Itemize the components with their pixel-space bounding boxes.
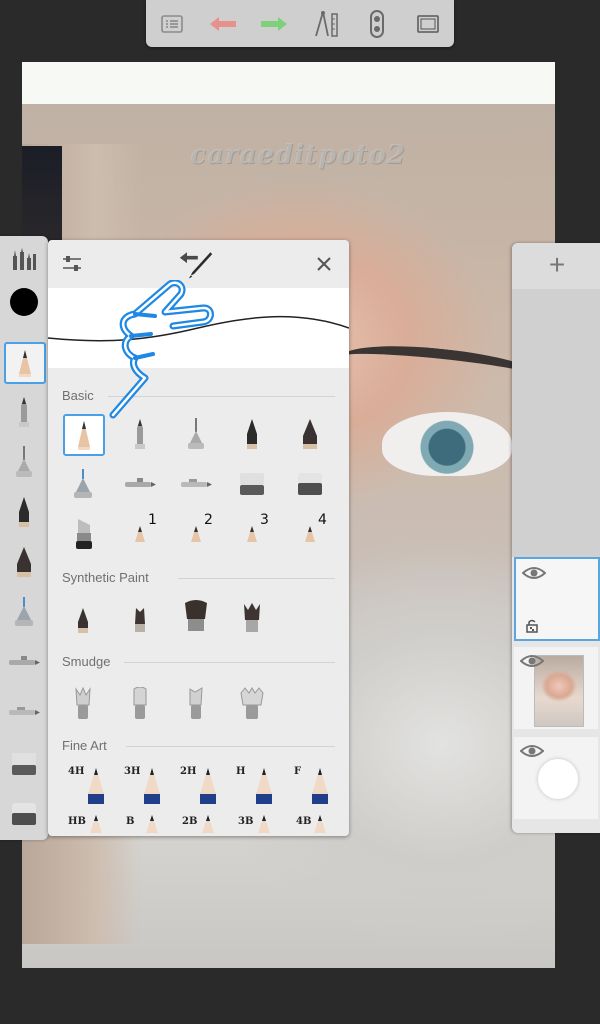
tool-airbrush-horizontal[interactable] xyxy=(4,642,44,682)
tool-eraser[interactable] xyxy=(4,744,44,784)
tool-brush-wide[interactable] xyxy=(4,542,44,582)
fine-art-pencil-4h[interactable] xyxy=(76,766,116,806)
brush-airbrush-horizontal[interactable] xyxy=(120,464,160,504)
tool-marker[interactable] xyxy=(4,392,44,432)
brush-blender[interactable] xyxy=(63,514,103,554)
fine-art-pencil-2b[interactable] xyxy=(188,812,228,836)
layer-item-photo[interactable] xyxy=(514,647,598,729)
tool-brush-dark[interactable] xyxy=(4,492,44,532)
fullscreen-icon[interactable] xyxy=(410,6,446,42)
brush-number-2: 2 xyxy=(204,512,213,528)
top-toolbar xyxy=(146,0,454,47)
tool-eraser-soft[interactable] xyxy=(4,794,44,834)
synthetic-brush-round[interactable] xyxy=(63,600,103,640)
ruler-icon[interactable] xyxy=(308,6,344,42)
fine-art-pencil-hb[interactable] xyxy=(76,812,116,836)
smudge-brush-1[interactable] xyxy=(63,684,103,724)
section-title-fine-art: Fine Art xyxy=(62,738,107,753)
fine-art-pencil-b[interactable] xyxy=(132,812,172,836)
section-title-synthetic-paint: Synthetic Paint xyxy=(62,570,149,585)
watermark-text: caraeditpoto2 xyxy=(190,140,406,170)
brush-number-3: 3 xyxy=(260,512,269,528)
fine-art-pencil-3h[interactable] xyxy=(132,766,172,806)
undo-icon[interactable] xyxy=(205,6,241,42)
smudge-brush-2[interactable] xyxy=(120,684,160,724)
pointing-hand-icon xyxy=(105,279,215,425)
tool-airbrush-2[interactable] xyxy=(4,692,44,732)
synthetic-brush-wide[interactable] xyxy=(176,596,216,636)
sliders-icon[interactable] xyxy=(54,246,90,282)
tool-airbrush[interactable] xyxy=(4,592,44,632)
fine-art-pencil-4b[interactable] xyxy=(300,812,340,836)
left-toolbar xyxy=(0,236,48,840)
canvas-top-strip xyxy=(22,62,555,104)
eye-icon[interactable] xyxy=(522,565,546,581)
brush-ink[interactable] xyxy=(232,414,272,454)
eye xyxy=(382,412,512,476)
tool-pencil[interactable] xyxy=(4,342,46,384)
tool-pen[interactable] xyxy=(4,442,44,482)
section-title-smudge: Smudge xyxy=(62,654,111,669)
brush-library-icon[interactable] xyxy=(4,240,44,280)
brush-properties-icon[interactable] xyxy=(178,246,214,282)
color-circle xyxy=(10,288,38,316)
color-swatch[interactable] xyxy=(4,282,44,322)
layer-item-background[interactable] xyxy=(514,737,598,819)
synthetic-brush-flat[interactable] xyxy=(120,600,160,640)
layers-header: + xyxy=(512,243,600,289)
fine-art-pencil-h[interactable] xyxy=(244,766,284,806)
lock-icon[interactable] xyxy=(526,619,538,633)
redo-icon[interactable] xyxy=(256,6,292,42)
layer-item-top[interactable] xyxy=(514,557,600,641)
brush-airbrush[interactable] xyxy=(63,464,103,504)
brush-eraser[interactable] xyxy=(232,464,272,504)
synthetic-brush-fan[interactable] xyxy=(232,598,272,638)
list-icon[interactable] xyxy=(154,6,190,42)
section-title-basic: Basic xyxy=(62,388,94,403)
add-layer-button[interactable]: + xyxy=(542,249,572,281)
brush-pencil[interactable] xyxy=(63,414,105,456)
brush-number-1: 1 xyxy=(148,512,157,528)
eye-icon[interactable] xyxy=(520,653,544,669)
smudge-brush-3[interactable] xyxy=(176,684,216,724)
symmetry-icon[interactable] xyxy=(359,6,395,42)
brush-number-4: 4 xyxy=(318,512,327,528)
eye-icon[interactable] xyxy=(520,743,544,759)
smudge-brush-4[interactable] xyxy=(232,684,272,724)
brush-paint[interactable] xyxy=(290,414,330,454)
close-icon[interactable] xyxy=(306,246,342,282)
fine-art-pencil-3b[interactable] xyxy=(244,812,284,836)
brush-eraser-soft[interactable] xyxy=(290,464,330,504)
fine-art-pencil-2h[interactable] xyxy=(188,766,228,806)
fine-art-pencil-f[interactable] xyxy=(300,766,340,806)
background-layer-circle xyxy=(538,759,578,799)
layers-panel: + xyxy=(512,243,600,833)
brush-airbrush-2[interactable] xyxy=(176,464,216,504)
